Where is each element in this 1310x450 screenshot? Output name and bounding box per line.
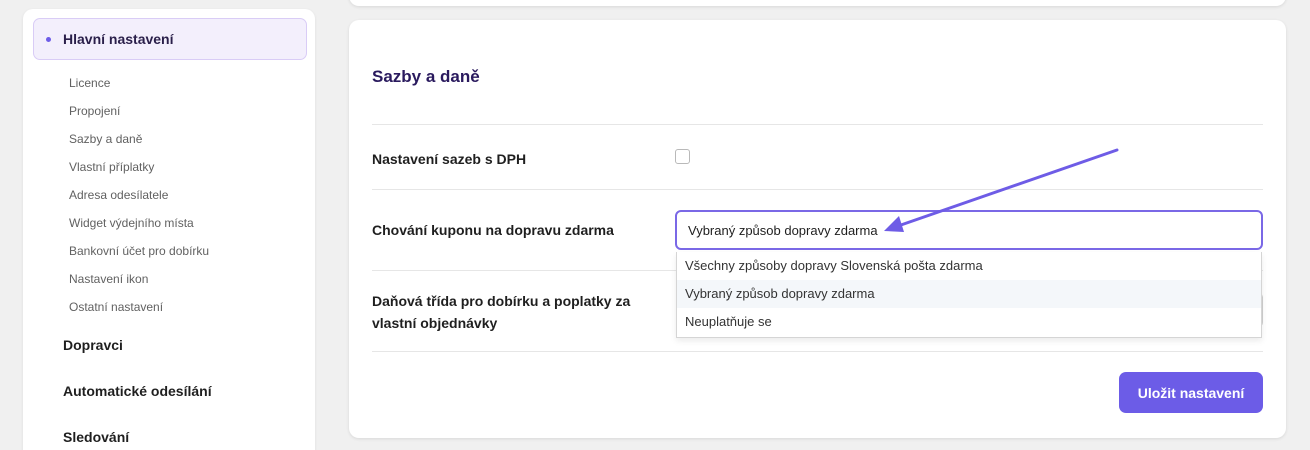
select-value: Vybraný způsob dopravy zdarma: [688, 222, 878, 238]
sidebar-subitem-other-settings[interactable]: Ostatní nastavení: [69, 293, 209, 321]
sidebar-item-auto-sending[interactable]: Automatické odesílání: [63, 383, 212, 399]
coupon-behavior-dropdown: Všechny způsoby dopravy Slovenská pošta …: [676, 252, 1262, 338]
sidebar-subitem-pickup-widget[interactable]: Widget výdejního místa: [69, 209, 209, 237]
coupon-behavior-select[interactable]: Vybraný způsob dopravy zdarma: [675, 210, 1263, 250]
card-title: Sazby a daně: [372, 67, 480, 86]
sidebar-submenu: Licence Propojení Sazby a daně Vlastní p…: [69, 69, 209, 321]
settings-sidebar: Hlavní nastavení Licence Propojení Sazby…: [23, 9, 315, 450]
sidebar-item-tracking[interactable]: Sledování: [63, 429, 129, 445]
vat-rates-label: Nastavení sazeb s DPH: [372, 151, 527, 167]
divider: [372, 189, 1263, 190]
sidebar-subitem-icon-settings[interactable]: Nastavení ikon: [69, 265, 209, 293]
vat-rates-checkbox[interactable]: [675, 149, 690, 164]
sidebar-subitem-licence[interactable]: Licence: [69, 69, 209, 97]
dropdown-option-selected-method[interactable]: Vybraný způsob dopravy zdarma: [677, 280, 1261, 308]
sidebar-subitem-connection[interactable]: Propojení: [69, 97, 209, 125]
sidebar-item-main-settings[interactable]: Hlavní nastavení: [33, 18, 307, 60]
dropdown-option-not-applied[interactable]: Neuplatňuje se: [677, 308, 1261, 336]
active-dot-icon: [46, 36, 51, 42]
tax-class-label-line2: vlastní objednávky: [372, 315, 498, 331]
sidebar-subitem-custom-surcharges[interactable]: Vlastní příplatky: [69, 153, 209, 181]
dropdown-option-all-methods[interactable]: Všechny způsoby dopravy Slovenská pošta …: [677, 252, 1261, 280]
tax-class-label-line1: Daňová třída pro dobírku a poplatky za: [372, 293, 631, 309]
save-settings-button[interactable]: Uložit nastavení: [1119, 372, 1263, 413]
rates-taxes-card: Sazby a daně Nastavení sazeb s DPH Chová…: [349, 20, 1286, 438]
sidebar-subitem-rates-taxes[interactable]: Sazby a daně: [69, 125, 209, 153]
sidebar-subitem-bank-account[interactable]: Bankovní účet pro dobírku: [69, 237, 209, 265]
previous-settings-card: [349, 0, 1286, 6]
divider: [372, 124, 1263, 125]
sidebar-item-label: Hlavní nastavení: [63, 31, 174, 47]
sidebar-subitem-sender-address[interactable]: Adresa odesílatele: [69, 181, 209, 209]
sidebar-item-carriers[interactable]: Dopravci: [63, 337, 123, 353]
divider: [372, 351, 1263, 352]
coupon-behavior-label: Chování kuponu na dopravu zdarma: [372, 222, 614, 238]
tax-class-label: Daňová třída pro dobírku a poplatky za v…: [372, 290, 630, 334]
